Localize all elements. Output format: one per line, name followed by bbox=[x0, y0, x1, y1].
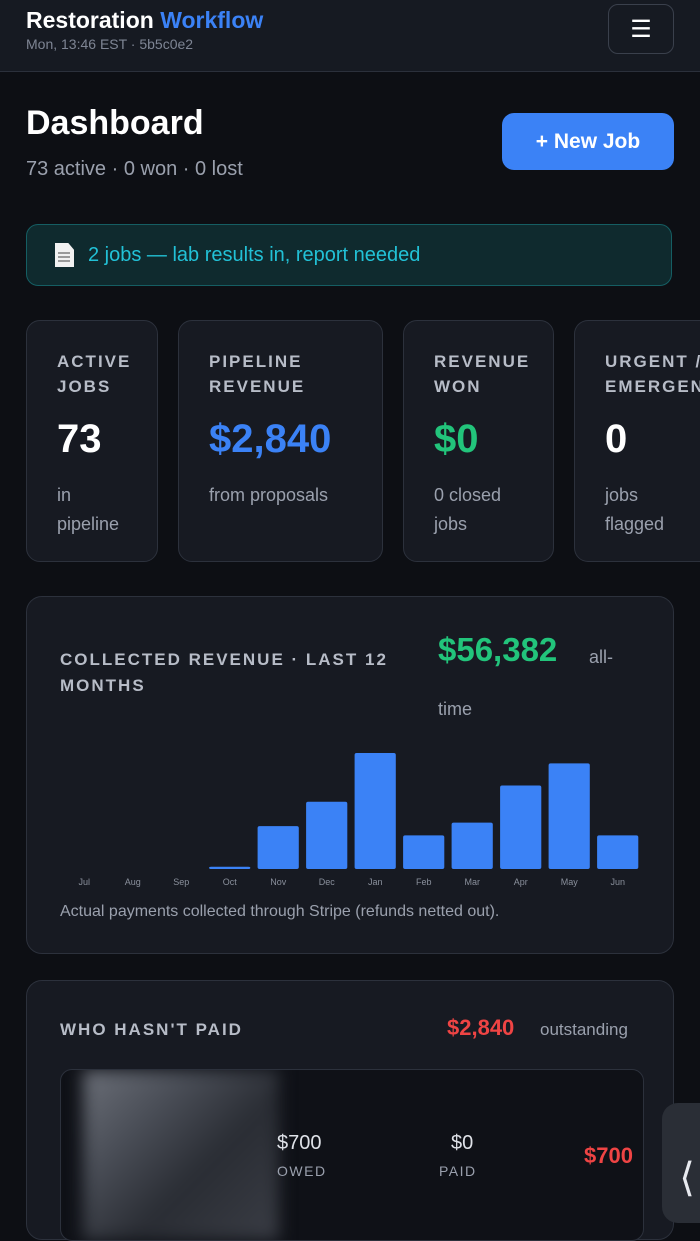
stat-note: in pipeline bbox=[57, 485, 120, 534]
stat-note: jobs flagged bbox=[605, 485, 665, 534]
revenue-bar-chart: Jul Aug Sep Oct Nov Dec Jan Feb Mar Apr May Jun bbox=[79, 753, 639, 887]
lab-results-alert[interactable]: 2 jobs — lab results in, report needed bbox=[26, 224, 672, 286]
stat-value: $2,840 bbox=[209, 417, 332, 461]
revenue-total-suffix: all- bbox=[589, 647, 614, 667]
page-title: Dashboard bbox=[26, 104, 204, 142]
revenue-total-suffix-2: time bbox=[438, 699, 473, 719]
stat-label: REVENUE WON bbox=[434, 352, 531, 396]
tick-label-sep: Sep bbox=[173, 877, 189, 887]
unpaid-title: WHO HASN'T PAID bbox=[60, 1020, 243, 1039]
tick-label-jul: Jul bbox=[79, 877, 91, 887]
top-bar: Restoration Workflow Mon, 13:46 EST · 5b… bbox=[0, 0, 700, 72]
stat-value: 73 bbox=[57, 417, 102, 461]
bar-jun bbox=[597, 835, 639, 869]
tick-label-feb: Feb bbox=[416, 877, 432, 887]
stat-label: ACTIVE JOBS bbox=[57, 352, 132, 396]
stat-label: URGENT / EMERGENCY bbox=[605, 352, 700, 396]
stat-card-revenue-won[interactable]: REVENUE WON $0 0 closed jobs bbox=[403, 320, 554, 562]
bar-nov bbox=[257, 826, 299, 869]
brand-title[interactable]: Restoration Workflow bbox=[26, 7, 263, 34]
bar-apr bbox=[500, 785, 542, 869]
new-job-button[interactable]: + New Job bbox=[502, 113, 674, 170]
owed-label: OWED bbox=[277, 1163, 327, 1179]
chevron-left-icon: ⟨ bbox=[679, 1156, 695, 1200]
brand-accent: Workflow bbox=[160, 7, 264, 33]
tick-label-mar: Mar bbox=[465, 877, 481, 887]
bar-may bbox=[548, 763, 590, 869]
balance-value: $700 bbox=[584, 1143, 633, 1168]
unpaid-total-suffix: outstanding bbox=[540, 1020, 628, 1039]
paid-value: $0 bbox=[451, 1132, 474, 1154]
unpaid-total: $2,840 bbox=[447, 1015, 515, 1040]
stat-card-active-jobs[interactable]: ACTIVE JOBS 73 in pipeline bbox=[26, 320, 158, 562]
owed-value: $700 bbox=[277, 1132, 322, 1154]
stat-note: 0 closed jobs bbox=[434, 485, 502, 534]
tick-label-apr: Apr bbox=[514, 877, 528, 887]
bar-mar bbox=[451, 822, 493, 869]
alert-text: 2 jobs — lab results in, report needed bbox=[88, 243, 421, 266]
tick-label-nov: Nov bbox=[270, 877, 287, 887]
bar-jan bbox=[354, 753, 396, 869]
tick-label-jun: Jun bbox=[611, 877, 626, 887]
collected-revenue-card: COLLECTED REVENUE · LAST 12 MONTHS $56,3… bbox=[26, 596, 674, 954]
bar-dec bbox=[306, 801, 348, 869]
stat-label: PIPELINE REVENUE bbox=[209, 352, 306, 396]
job-summary: 73 active · 0 won · 0 lost bbox=[26, 158, 243, 180]
stat-card-pipeline-revenue[interactable]: PIPELINE REVENUE $2,840 from proposals bbox=[178, 320, 383, 562]
unpaid-card: WHO HASN'T PAID $2,840 outstanding $700 … bbox=[26, 980, 674, 1241]
revenue-total: $56,382 bbox=[438, 631, 558, 668]
revenue-title: COLLECTED REVENUE · LAST 12 MONTHS bbox=[60, 650, 388, 695]
hamburger-icon: ☰ bbox=[630, 15, 652, 43]
unpaid-row[interactable]: $700 OWED $0 PAID $700 bbox=[60, 1069, 644, 1241]
stat-value: $0 bbox=[434, 417, 479, 461]
side-drawer-tab[interactable]: ⟨ bbox=[662, 1103, 700, 1223]
menu-button[interactable]: ☰ bbox=[608, 4, 674, 54]
paid-label: PAID bbox=[439, 1163, 477, 1179]
stat-card-urgent[interactable]: URGENT / EMERGENCY 0 jobs flagged bbox=[574, 320, 700, 562]
revenue-caption: Actual payments collected through Stripe… bbox=[60, 903, 500, 920]
brand-main: Restoration bbox=[26, 7, 154, 33]
tick-label-jan: Jan bbox=[368, 877, 383, 887]
tick-label-oct: Oct bbox=[223, 877, 238, 887]
bar-oct bbox=[209, 866, 251, 869]
tick-label-dec: Dec bbox=[319, 877, 336, 887]
stat-value: 0 bbox=[605, 417, 628, 461]
tick-label-may: May bbox=[561, 877, 579, 887]
bar-feb bbox=[403, 835, 445, 869]
redacted-customer bbox=[83, 1070, 279, 1240]
stat-note: from proposals bbox=[209, 485, 329, 505]
build-info: Mon, 13:46 EST · 5b5c0e2 bbox=[26, 36, 194, 52]
document-icon bbox=[55, 243, 74, 267]
tick-label-aug: Aug bbox=[125, 877, 141, 887]
